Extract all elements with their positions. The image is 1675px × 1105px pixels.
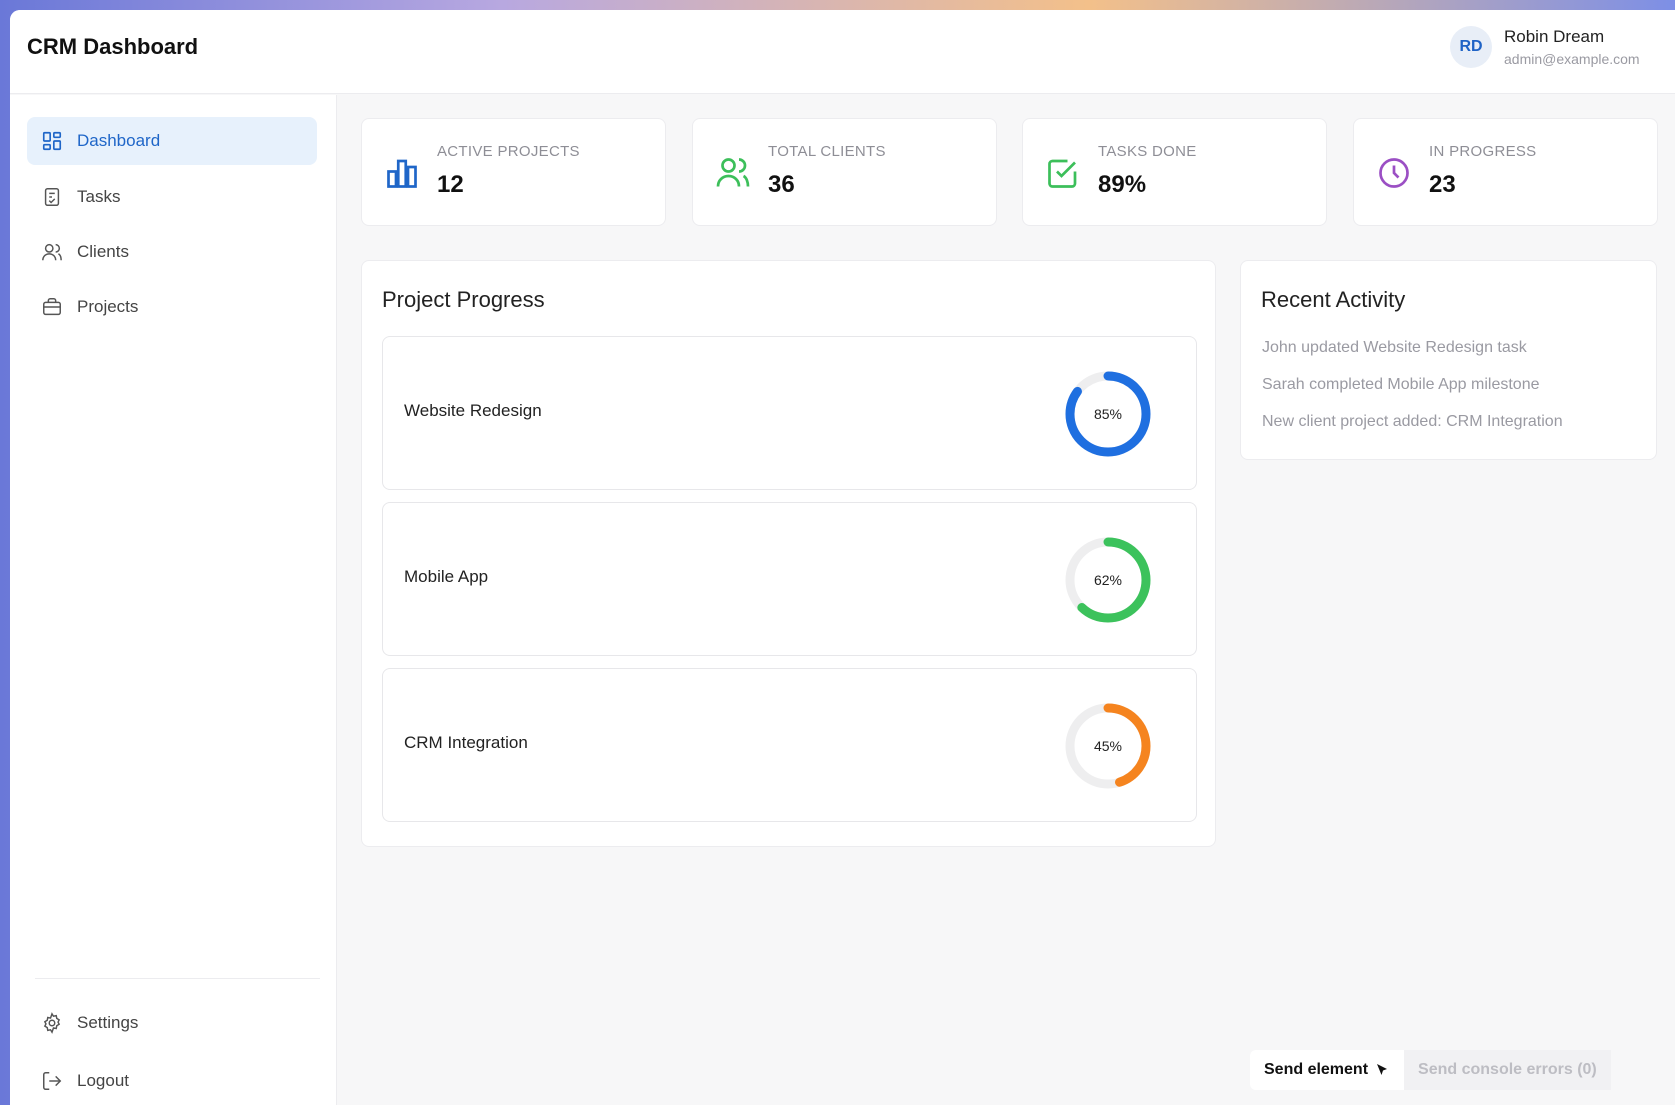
sidebar-item-projects[interactable]: Projects — [27, 283, 317, 331]
stat-value: 23 — [1429, 171, 1456, 198]
project-card-website-redesign[interactable]: Website Redesign 85% — [382, 336, 1197, 490]
stat-label: TASKS DONE — [1098, 143, 1197, 160]
progress-donut: 45% — [1065, 703, 1151, 789]
panel-title: Recent Activity — [1261, 287, 1406, 312]
stat-label: ACTIVE PROJECTS — [437, 143, 580, 160]
sidebar-item-logout[interactable]: Logout — [27, 1057, 317, 1105]
header-bar: CRM Dashboard RD Robin Dream admin@examp… — [10, 10, 1675, 94]
project-progress-panel: Project Progress Website Redesign 85% Mo… — [361, 260, 1216, 847]
stat-label: TOTAL CLIENTS — [768, 143, 886, 160]
send-errors-label: Send console errors (0) — [1418, 1061, 1597, 1078]
stat-value: 89% — [1098, 171, 1147, 198]
clients-icon — [42, 243, 62, 261]
bar-chart-icon — [387, 159, 417, 188]
recent-activity-panel: Recent Activity John updated Website Red… — [1240, 260, 1657, 460]
logout-icon — [43, 1072, 62, 1090]
briefcase-icon — [43, 298, 61, 316]
stat-value: 36 — [768, 171, 795, 198]
activity-item: Sarah completed Mobile App milestone — [1262, 376, 1540, 393]
sidebar-item-clients[interactable]: Clients — [27, 228, 317, 276]
sidebar-divider — [35, 978, 320, 979]
dashboard-icon — [42, 131, 62, 151]
project-name: CRM Integration — [404, 733, 528, 752]
progress-label: 85% — [1094, 406, 1122, 422]
panel-title: Project Progress — [382, 287, 545, 312]
user-email: admin@example.com — [1504, 51, 1640, 67]
tasks-icon — [44, 188, 60, 206]
project-name: Mobile App — [404, 567, 489, 586]
sidebar-item-label: Tasks — [77, 187, 121, 206]
sidebar-item-label: Projects — [77, 297, 139, 316]
sidebar-item-tasks[interactable]: Tasks — [27, 173, 317, 221]
project-card-crm-integration[interactable]: CRM Integration 45% — [382, 668, 1197, 822]
devtools-bar: Send element Send console errors (0) — [1250, 1050, 1611, 1090]
check-square-icon — [1048, 159, 1077, 188]
app-window: CRM Dashboard RD Robin Dream admin@examp… — [10, 10, 1675, 1105]
sidebar-item-dashboard[interactable]: Dashboard — [27, 117, 317, 165]
stat-card-in-progress: IN PROGRESS 23 — [1353, 118, 1658, 226]
stat-label: IN PROGRESS — [1429, 143, 1537, 160]
gear-icon — [43, 1012, 61, 1034]
user-profile[interactable]: RD Robin Dream admin@example.com — [1450, 26, 1640, 68]
activity-item: John updated Website Redesign task — [1262, 339, 1527, 356]
sidebar-item-label: Dashboard — [77, 131, 161, 150]
stat-card-active-projects: ACTIVE PROJECTS 12 — [361, 118, 666, 226]
send-element-button[interactable]: Send element — [1250, 1050, 1405, 1090]
avatar[interactable]: RD — [1450, 26, 1492, 68]
stat-card-total-clients: TOTAL CLIENTS 36 — [692, 118, 997, 226]
project-name: Website Redesign — [404, 401, 542, 420]
cursor-icon — [1377, 1064, 1388, 1075]
project-card-mobile-app[interactable]: Mobile App 62% — [382, 502, 1197, 656]
send-console-errors-button[interactable]: Send console errors (0) — [1404, 1050, 1611, 1090]
sidebar-item-settings[interactable]: Settings — [27, 999, 317, 1047]
users-icon — [716, 158, 750, 187]
sidebar-item-label: Settings — [77, 1013, 139, 1032]
sidebar: Dashboard Tasks Clients Projects Setting… — [10, 95, 337, 1105]
sidebar-item-label: Clients — [77, 242, 129, 261]
app-title: CRM Dashboard — [27, 34, 199, 59]
sidebar-item-label: Logout — [77, 1071, 129, 1090]
activity-item: New client project added: CRM Integratio… — [1262, 413, 1563, 430]
user-name: Robin Dream — [1504, 27, 1605, 46]
clock-icon — [1379, 158, 1409, 188]
progress-donut: 62% — [1065, 537, 1151, 623]
stat-value: 12 — [437, 171, 464, 198]
progress-label: 62% — [1094, 572, 1122, 588]
progress-donut: 85% — [1065, 371, 1151, 457]
progress-label: 45% — [1094, 738, 1122, 754]
send-element-label: Send element — [1264, 1061, 1369, 1078]
stat-card-tasks-done: TASKS DONE 89% — [1022, 118, 1327, 226]
